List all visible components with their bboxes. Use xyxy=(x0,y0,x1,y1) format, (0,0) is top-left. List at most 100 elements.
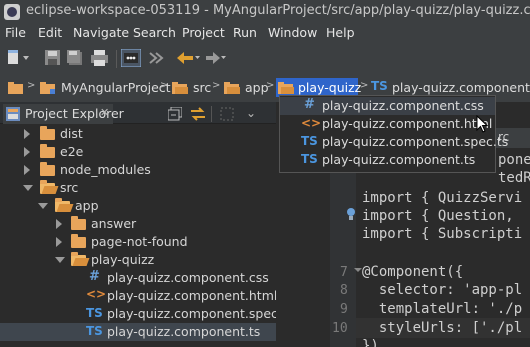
breadcrumb-popup: # play-quizz.component.css <> play-quizz… xyxy=(279,95,508,173)
title-bar: eclipse-workspace-053119 - MyAngularProj… xyxy=(0,0,530,24)
tree-item-label: play-quizz.component.spec.ts xyxy=(107,306,294,321)
tab-project-explorer[interactable]: Project Explorer ✕ xyxy=(3,104,124,124)
menu-bar: File Edit Navigate Search Project Run Wi… xyxy=(0,24,530,42)
ts-file-icon: TS xyxy=(371,79,388,93)
tree-item-spec-file[interactable]: TS play-quizz.component.spec.ts xyxy=(0,305,293,323)
expand-arrow-icon[interactable] xyxy=(56,237,62,247)
ts-file-icon: TS xyxy=(301,152,318,166)
ts-file-icon: TS xyxy=(86,306,103,320)
collapse-all-icon[interactable] xyxy=(168,107,182,121)
expand-arrow-icon[interactable] xyxy=(56,219,62,229)
line-number: 9 xyxy=(340,302,348,317)
menu-edit[interactable]: Edit xyxy=(38,25,62,40)
ts-file-icon: TS xyxy=(301,134,318,148)
code-line: styleUrls: ['./pl xyxy=(362,320,523,336)
focus-icon[interactable] xyxy=(220,107,234,121)
toolbar-separator xyxy=(211,106,212,122)
menu-run[interactable]: Run xyxy=(233,25,257,40)
eclipse-window: eclipse-workspace-053119 - MyAngularProj… xyxy=(0,0,530,347)
back-arrow-icon[interactable] xyxy=(175,49,201,67)
code-line: import { Question, xyxy=(362,208,514,224)
toolbar-separator xyxy=(116,50,117,68)
tree-item-label: play-quizz.component.html xyxy=(107,288,278,303)
breadcrumb-chevron-icon: > xyxy=(212,80,221,91)
line-number: 8 xyxy=(340,283,348,298)
menu-help[interactable]: Help xyxy=(326,25,355,40)
project-icon[interactable] xyxy=(8,81,24,95)
breadcrumb-file[interactable]: play-quizz.component.ts xyxy=(392,80,530,95)
toggle-breadcrumb-icon[interactable] xyxy=(121,49,141,67)
menu-window[interactable]: Window xyxy=(268,25,317,40)
popup-item-label: play-quizz.component.ts xyxy=(322,152,476,167)
menu-navigate[interactable]: Navigate xyxy=(73,25,129,40)
tree-item-dist[interactable]: dist xyxy=(0,125,276,143)
open-folder-icon xyxy=(40,180,55,194)
folder-icon xyxy=(172,82,188,94)
menu-file[interactable]: File xyxy=(5,25,26,40)
window-title: eclipse-workspace-053119 - MyAngularProj… xyxy=(26,3,530,18)
breadcrumb-project[interactable]: MyAngularProject xyxy=(61,80,171,95)
popup-item-ts[interactable]: TS play-quizz.component.ts xyxy=(280,151,495,169)
expand-arrow-icon[interactable] xyxy=(24,165,30,175)
popup-item-html[interactable]: <> play-quizz.component.html xyxy=(280,115,495,133)
tree-item-e2e[interactable]: e2e xyxy=(0,143,276,161)
folder-icon xyxy=(71,234,86,248)
expand-arrow-icon[interactable] xyxy=(24,147,30,157)
popup-item-label: play-quizz.component.css xyxy=(322,98,484,113)
tree-item-page-not-found[interactable]: page-not-found xyxy=(0,233,276,251)
project-explorer-tree: dist e2e node_modules src app answer pag… xyxy=(0,125,293,347)
view-menu-icon[interactable]: ⌄ xyxy=(246,106,256,120)
popup-item-css[interactable]: # play-quizz.component.css xyxy=(280,97,495,115)
code-line: }) xyxy=(362,338,379,347)
eclipse-app-icon xyxy=(4,4,20,20)
css-file-icon: # xyxy=(304,97,315,112)
code-line: ponent, xyxy=(498,152,530,168)
breadcrumb-app[interactable]: app xyxy=(245,80,269,95)
next-annotation-icon[interactable] xyxy=(147,49,165,67)
tree-item-ts-file[interactable]: TS play-quizz.component.ts xyxy=(0,323,276,341)
tree-item-src[interactable]: src xyxy=(0,179,276,197)
breadcrumb-src[interactable]: src xyxy=(193,80,211,95)
collapse-arrow-icon[interactable] xyxy=(23,185,33,191)
tree-item-label: page-not-found xyxy=(91,234,188,249)
breadcrumb-chevron-icon: > xyxy=(266,80,275,91)
lightbulb-icon[interactable] xyxy=(346,207,356,221)
code-line: templateUrl: './p xyxy=(362,301,523,317)
forward-arrow-icon[interactable] xyxy=(205,49,227,67)
tree-item-html-file[interactable]: <> play-quizz.component.html xyxy=(0,287,278,305)
code-line: @Component({ xyxy=(362,264,464,280)
tree-item-play-quizz[interactable]: play-quizz xyxy=(0,251,276,269)
tree-item-css-file[interactable]: # play-quizz.component.css xyxy=(0,269,276,287)
tree-item-label: dist xyxy=(60,126,83,141)
tree-item-answer[interactable]: answer xyxy=(0,215,276,233)
folder-icon xyxy=(71,216,86,230)
popup-item-label: play-quizz.component.spec.ts xyxy=(322,134,509,149)
new-file-icon[interactable] xyxy=(6,49,32,67)
html-file-icon: <> xyxy=(86,287,107,301)
collapse-arrow-icon[interactable] xyxy=(55,257,65,263)
save-icon[interactable] xyxy=(44,49,62,67)
collapse-arrow-icon[interactable] xyxy=(38,203,48,209)
popup-item-spec[interactable]: TS play-quizz.component.spec.ts xyxy=(280,133,508,151)
save-all-icon[interactable] xyxy=(66,49,84,67)
tree-item-label: play-quizz.component.ts xyxy=(107,324,261,339)
breadcrumb-chevron-icon: > xyxy=(160,80,169,91)
ts-file-icon: TS xyxy=(86,324,103,338)
tree-item-app[interactable]: app xyxy=(0,197,276,215)
tree-item-node-modules[interactable]: node_modules xyxy=(0,161,276,179)
html-file-icon: <> xyxy=(301,116,322,130)
tree-item-label: e2e xyxy=(60,144,84,159)
editor-gutter xyxy=(330,148,356,347)
expand-arrow-icon[interactable] xyxy=(24,129,30,139)
tree-item-label: play-quizz.component.css xyxy=(107,270,269,285)
menu-search[interactable]: Search xyxy=(133,25,176,40)
link-with-editor-icon[interactable] xyxy=(190,107,206,121)
tree-item-label: app xyxy=(75,198,99,213)
print-icon[interactable] xyxy=(90,49,110,67)
code-line: selector: 'app-pl xyxy=(362,282,523,298)
breadcrumb-chevron-icon: > xyxy=(360,80,369,91)
fold-icon[interactable] xyxy=(354,266,362,274)
close-icon[interactable]: ✕ xyxy=(100,106,109,119)
folder-icon xyxy=(40,144,55,158)
menu-project[interactable]: Project xyxy=(182,25,225,40)
